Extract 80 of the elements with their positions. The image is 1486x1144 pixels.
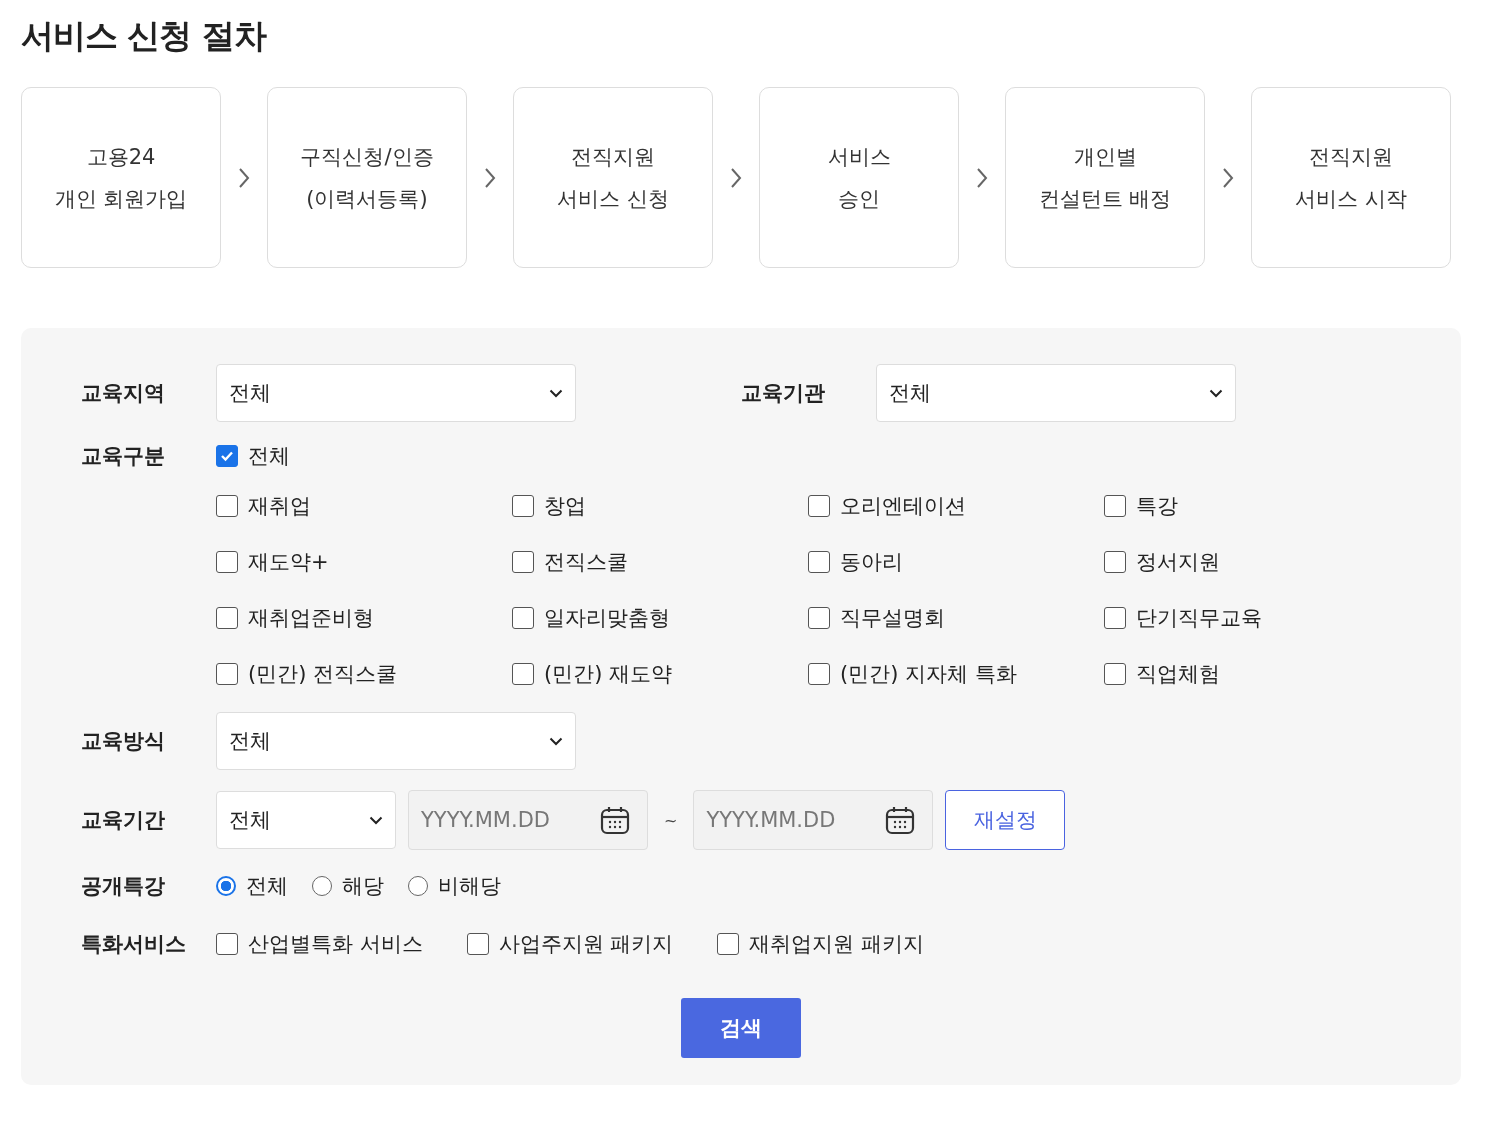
checkbox-label: (민간) 재도약 — [544, 661, 673, 688]
checkbox-label: 사업주지원 패키지 — [498, 931, 674, 958]
step-label: 서비스 승인 — [827, 143, 891, 213]
chevron-right-icon — [730, 166, 742, 189]
field-label: 교육기간 — [81, 807, 166, 834]
checkbox-label: 재도약+ — [248, 549, 329, 576]
field-label: 특화서비스 — [81, 931, 187, 958]
checkbox-label: 창업 — [544, 493, 586, 520]
chevron-right-icon — [976, 166, 988, 189]
checkbox[interactable] — [512, 663, 534, 685]
chevron-down-icon — [369, 815, 383, 825]
checkbox[interactable] — [808, 607, 830, 629]
step-label: 구직신청/인증 (이력서등록) — [300, 143, 434, 213]
checkbox-label: 동아리 — [840, 549, 903, 576]
checkbox[interactable] — [216, 663, 238, 685]
page-title: 서비스 신청 절차 — [21, 15, 266, 57]
dropdown[interactable]: 전체 — [216, 712, 576, 770]
radio-label: 비해당 — [438, 873, 501, 900]
checkbox[interactable] — [1104, 551, 1126, 573]
checkbox-label: 직무설명회 — [840, 605, 945, 632]
checkbox[interactable] — [216, 445, 238, 467]
reset-button[interactable]: 재설정 — [945, 790, 1066, 850]
radio-button[interactable] — [408, 876, 428, 896]
checkbox-label: 직업체험 — [1136, 661, 1220, 688]
chevron-down-icon — [549, 736, 563, 746]
checkbox[interactable] — [808, 663, 830, 685]
step-label: 개인별 컨설턴트 배정 — [1038, 143, 1172, 213]
field-label: 교육기관 — [741, 380, 826, 407]
chevron-right-icon — [1222, 166, 1234, 189]
checkbox-label: 재취업지원 패키지 — [749, 931, 925, 958]
checkbox[interactable] — [512, 551, 534, 573]
radio-label: 전체 — [246, 873, 288, 900]
checkbox[interactable] — [466, 933, 489, 955]
checkbox-label: 오리엔테이션 — [840, 493, 966, 520]
checkbox-label: 단기직무교육 — [1136, 605, 1262, 632]
radio-label: 해당 — [342, 873, 384, 900]
checkbox-label: 재취업준비형 — [248, 605, 374, 632]
date-input-field[interactable]: YYYY.MM.DD — [693, 790, 934, 850]
field-label: 교육지역 — [81, 380, 166, 407]
checkbox-label: 전체 — [248, 443, 290, 470]
radio-button[interactable] — [312, 876, 332, 896]
checkbox[interactable] — [512, 495, 534, 517]
checkbox-label: 일자리맞춤형 — [544, 605, 670, 632]
checkbox-label: 전직스쿨 — [544, 549, 628, 576]
checkbox-label: (민간) 전직스쿨 — [248, 661, 398, 688]
checkbox[interactable] — [717, 933, 740, 955]
checkbox-label: 특강 — [1136, 493, 1178, 520]
chevron-down-icon — [1209, 388, 1223, 398]
calendar-icon — [600, 805, 630, 835]
field-label: 교육방식 — [81, 728, 166, 755]
dropdown[interactable]: 전체 — [216, 364, 576, 422]
calendar-icon — [885, 805, 916, 835]
chevron-right-icon — [484, 166, 496, 189]
checkbox[interactable] — [808, 495, 830, 517]
checkbox[interactable] — [512, 607, 534, 629]
radio-button[interactable] — [216, 876, 236, 896]
checkbox[interactable] — [216, 933, 238, 955]
dropdown[interactable]: 전체 — [876, 364, 1236, 422]
step-label: 고용24 개인 회원가입 — [54, 143, 188, 213]
checkbox[interactable] — [808, 551, 830, 573]
search-button[interactable]: 검색 — [681, 998, 801, 1058]
checkbox[interactable] — [216, 607, 238, 629]
checkbox[interactable] — [1104, 663, 1126, 685]
field-label: 공개특강 — [81, 873, 166, 900]
checkbox[interactable] — [1104, 607, 1126, 629]
date-input-field[interactable]: YYYY.MM.DD — [408, 790, 648, 850]
checkbox-label: 정서지원 — [1136, 549, 1220, 576]
step-label: 전직지원 서비스 신청 — [557, 143, 669, 213]
checkbox[interactable] — [1104, 495, 1126, 517]
checkbox-label: (민간) 지자체 특화 — [840, 661, 1017, 688]
range-separator: ~ — [664, 810, 678, 830]
checkbox-label: 재취업 — [248, 493, 311, 520]
checkbox[interactable] — [216, 551, 238, 573]
checkbox-label: 산업별특화 서비스 — [248, 931, 423, 958]
field-label: 교육구분 — [81, 443, 166, 470]
chevron-right-icon — [238, 166, 250, 189]
dropdown[interactable]: 전체 — [216, 791, 396, 849]
chevron-down-icon — [549, 388, 563, 398]
checkbox[interactable] — [216, 495, 238, 517]
step-label: 전직지원 서비스 시작 — [1295, 143, 1407, 213]
